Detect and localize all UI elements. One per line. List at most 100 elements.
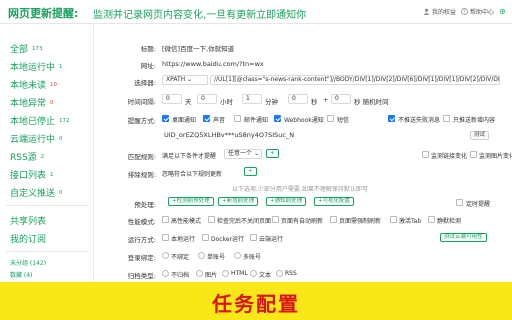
- my-benefits-link[interactable]: 我的权益: [423, 7, 456, 16]
- sidebar-item-label: 接口列表: [10, 171, 47, 181]
- pre-detect-button[interactable]: +检测前预处理: [168, 197, 214, 206]
- checkbox-run-local[interactable]: [162, 234, 169, 241]
- checkbox-webhook-notify[interactable]: [274, 115, 281, 122]
- checkbox-only-new[interactable]: [443, 115, 450, 122]
- radio-no-bind[interactable]: [162, 252, 169, 259]
- checkbox-silent-detect[interactable]: [428, 216, 435, 223]
- sidebar-item-local-unread[interactable]: 本地未读 10: [10, 78, 57, 91]
- sidebar-item-count: 0: [50, 100, 54, 106]
- checkbox-high-perf[interactable]: [162, 216, 169, 223]
- url-label: 网址:: [140, 62, 156, 70]
- sidebar: 全部 173 本地运行中 1 本地未读 10 本地异常 0 本地已停止 172 云端运行中…: [0, 24, 94, 320]
- checkbox-email-notify[interactable]: [234, 115, 241, 122]
- sidebar-item-label: 全部: [10, 45, 29, 55]
- header-bar: 网页更新提醒: 监测并记录网页内容变化,一旦有更新立即通知你 我的权益 ? 帮助…: [0, 0, 512, 24]
- chevron-down-icon: ⌄: [253, 150, 259, 157]
- title-label: 标题:: [140, 45, 156, 53]
- interval-seconds-input[interactable]: 0: [288, 94, 308, 104]
- checkbox-force-refresh[interactable]: [330, 216, 337, 223]
- sidebar-item-count: 1: [50, 172, 54, 178]
- interval-random-input[interactable]: 0: [331, 94, 351, 104]
- sidebar-item-count: 173: [32, 46, 43, 52]
- visual-config-button[interactable]: +可视化配置: [314, 197, 355, 206]
- help-icon: ?: [461, 8, 468, 15]
- checkbox-run-cloud[interactable]: [250, 234, 257, 241]
- pre-notify-button[interactable]: +通知前处理: [266, 197, 307, 206]
- interval-days-input[interactable]: 0: [162, 94, 182, 104]
- checkbox-monitor-links[interactable]: [422, 151, 429, 158]
- test-button[interactable]: 测试: [470, 131, 490, 140]
- radio-image[interactable]: [196, 270, 203, 277]
- interval-hours-input[interactable]: 0: [197, 94, 217, 104]
- checkbox-label: 只推送新增内容: [453, 117, 496, 124]
- sidebar-item-local-error[interactable]: 本地异常 0: [10, 96, 54, 109]
- sidebar-item-label: 共享列表: [10, 217, 47, 227]
- preprocess-label: 预处理:: [134, 201, 156, 209]
- my-benefits-label: 我的权益: [431, 9, 456, 16]
- interval-minutes-input[interactable]: 1: [242, 94, 262, 104]
- sidebar-item-cloud-running[interactable]: 云端运行中 0: [10, 132, 63, 145]
- interval-days-unit: 天: [185, 98, 192, 106]
- sidebar-item-local-running[interactable]: 本地运行中 1: [10, 60, 63, 73]
- selector-type-select[interactable]: XPATH ⌄: [162, 75, 208, 85]
- match-label: 匹配规则:: [127, 153, 156, 161]
- webhook-uid-value[interactable]: UID_orEZQ5XLHBv***uS8ny4O7SISuc_N: [164, 131, 294, 139]
- checkbox-label: 高性能模式: [171, 218, 202, 225]
- checkbox-activate-tab[interactable]: [390, 216, 397, 223]
- checkbox-sound[interactable]: [203, 115, 210, 122]
- banner-text: 任务配置: [212, 292, 300, 316]
- checkbox-label: 页面需强制刷新: [339, 218, 382, 225]
- sidebar-item-rss[interactable]: RSS源 2: [10, 150, 44, 163]
- sidebar-item-shared-list[interactable]: 共享列表: [10, 214, 46, 227]
- pre-add-button[interactable]: +新增前处理: [218, 197, 259, 206]
- checkbox-scheduled-remind[interactable]: [456, 199, 463, 206]
- sidebar-item-count: 0: [59, 190, 63, 196]
- checkbox-label: 监测链接变化: [431, 153, 468, 160]
- app-window: 网页更新提醒: 监测并记录网页内容变化,一旦有更新立即通知你 我的权益 ? 帮助…: [0, 0, 512, 320]
- match-mode-select[interactable]: 任意一个 ⌄: [224, 149, 262, 159]
- add-match-rule-button[interactable]: +: [266, 149, 279, 158]
- radio-multi-account[interactable]: [234, 252, 241, 259]
- checkbox-auto-refresh[interactable]: [272, 216, 279, 223]
- interval-random-unit: 秒 随机时间: [354, 98, 389, 106]
- checkbox-sms[interactable]: [327, 115, 334, 122]
- sidebar-item-my-subscriptions[interactable]: 我的订阅: [10, 232, 46, 245]
- checkbox-run-docker[interactable]: [202, 234, 209, 241]
- checkbox-label: 邮件通知: [244, 117, 269, 124]
- url-value[interactable]: https://www.baidu.com/?tn=wx: [162, 60, 264, 68]
- sidebar-item-local-stopped[interactable]: 本地已停止 172: [10, 114, 70, 127]
- add-exclude-rule-button[interactable]: +: [244, 167, 257, 176]
- sidebar-item-all[interactable]: 全部 173: [10, 42, 43, 55]
- radio-single-account[interactable]: [198, 252, 205, 259]
- sidebar-divider: [6, 251, 88, 252]
- sidebar-item-api-list[interactable]: 接口列表 1: [10, 168, 54, 181]
- advanced-options-hint: 以下选项,少部分用户需要,如果不理解保持默认即可: [232, 186, 368, 193]
- checkbox-label: 检查完后不关闭页面: [217, 218, 272, 225]
- checkbox-label: 不推送失败消息: [398, 117, 441, 124]
- radio-no-archive[interactable]: [162, 270, 169, 277]
- help-center-link[interactable]: ? 帮助中心: [461, 7, 494, 16]
- radio-rss[interactable]: [276, 270, 283, 277]
- selector-input[interactable]: //UL[1][@class="s-news-rank-content"]//B…: [210, 75, 500, 85]
- header-links: 我的权益 ? 帮助中心: [423, 7, 506, 16]
- title-value[interactable]: [微信]百度一下,你就知道: [162, 43, 234, 53]
- sidebar-item-label: 本地已停止: [10, 117, 56, 127]
- radio-html[interactable]: [222, 270, 229, 277]
- radio-label: 多账号: [243, 254, 262, 261]
- sidebar-group-collection[interactable]: 数藏 (4): [10, 270, 32, 279]
- sidebar-group-ungrouped[interactable]: 未分组 (142): [10, 258, 46, 267]
- checkbox-keep-page-open[interactable]: [208, 216, 215, 223]
- checkbox-no-fail-msg[interactable]: [388, 115, 395, 122]
- sidebar-item-count: 10: [50, 82, 58, 88]
- sidebar-item-custom-push[interactable]: 自定义推送 0: [10, 186, 63, 199]
- checkbox-monitor-images[interactable]: [470, 151, 477, 158]
- radio-text[interactable]: [250, 270, 257, 277]
- notify-label: 提醒方式:: [127, 117, 156, 125]
- perf-label: 性能模式:: [127, 218, 156, 226]
- interval-seconds-unit: 秒: [311, 98, 318, 106]
- sidebar-item-count: 0: [59, 136, 63, 142]
- checkbox-label: 云端运行: [259, 236, 284, 243]
- gear-icon[interactable]: [499, 8, 506, 15]
- test-cloud-button[interactable]: 测试云端可用性: [440, 233, 487, 242]
- checkbox-desktop-notify[interactable]: [162, 115, 169, 122]
